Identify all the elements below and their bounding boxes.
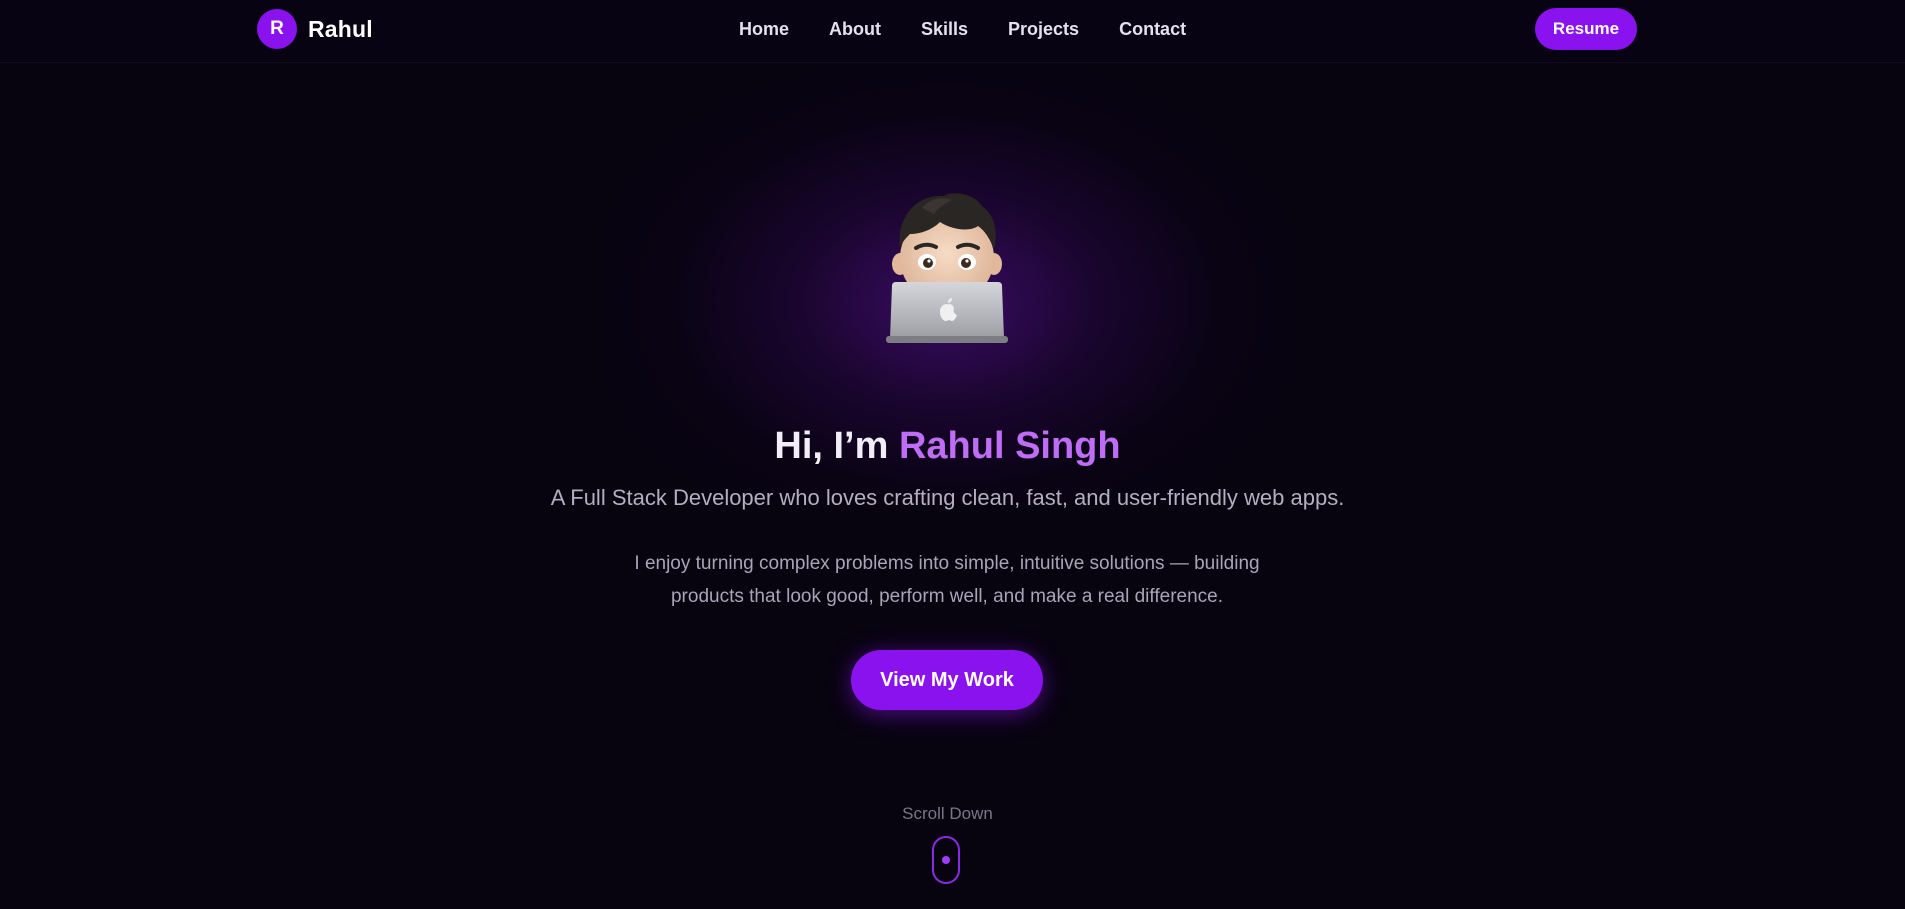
nav-link-contact[interactable]: Contact xyxy=(1119,18,1186,40)
navbar: R Rahul Home About Skills Projects Conta… xyxy=(0,0,1905,63)
resume-button[interactable]: Resume xyxy=(1535,8,1637,50)
nav-link-home[interactable]: Home xyxy=(739,18,789,40)
hero-title: Hi, I’m Rahul Singh xyxy=(0,422,1895,470)
view-my-work-button[interactable]: View My Work xyxy=(851,650,1043,710)
nav-link-about[interactable]: About xyxy=(829,18,881,40)
nav-links: Home About Skills Projects Contact xyxy=(739,18,1226,40)
brand-logo[interactable]: R Rahul xyxy=(257,8,373,50)
hero-title-prefix: Hi, I’m xyxy=(774,425,899,467)
brand-name: Rahul xyxy=(308,15,373,42)
hero-description: I enjoy turning complex problems into si… xyxy=(634,553,1260,607)
scroll-dot-icon xyxy=(942,856,950,864)
scroll-down-label: Scroll Down xyxy=(902,804,993,823)
brand-initial-badge: R xyxy=(257,9,297,49)
nav-link-skills[interactable]: Skills xyxy=(921,18,968,40)
nav-link-projects[interactable]: Projects xyxy=(1008,18,1079,40)
memoji-with-laptop-icon xyxy=(882,186,1012,348)
scroll-mouse-icon[interactable] xyxy=(932,836,960,884)
page: R Rahul Home About Skills Projects Conta… xyxy=(0,0,1905,909)
hero-subtitle: A Full Stack Developer who loves craftin… xyxy=(550,485,1345,510)
hero-title-name: Rahul Singh xyxy=(898,425,1121,467)
